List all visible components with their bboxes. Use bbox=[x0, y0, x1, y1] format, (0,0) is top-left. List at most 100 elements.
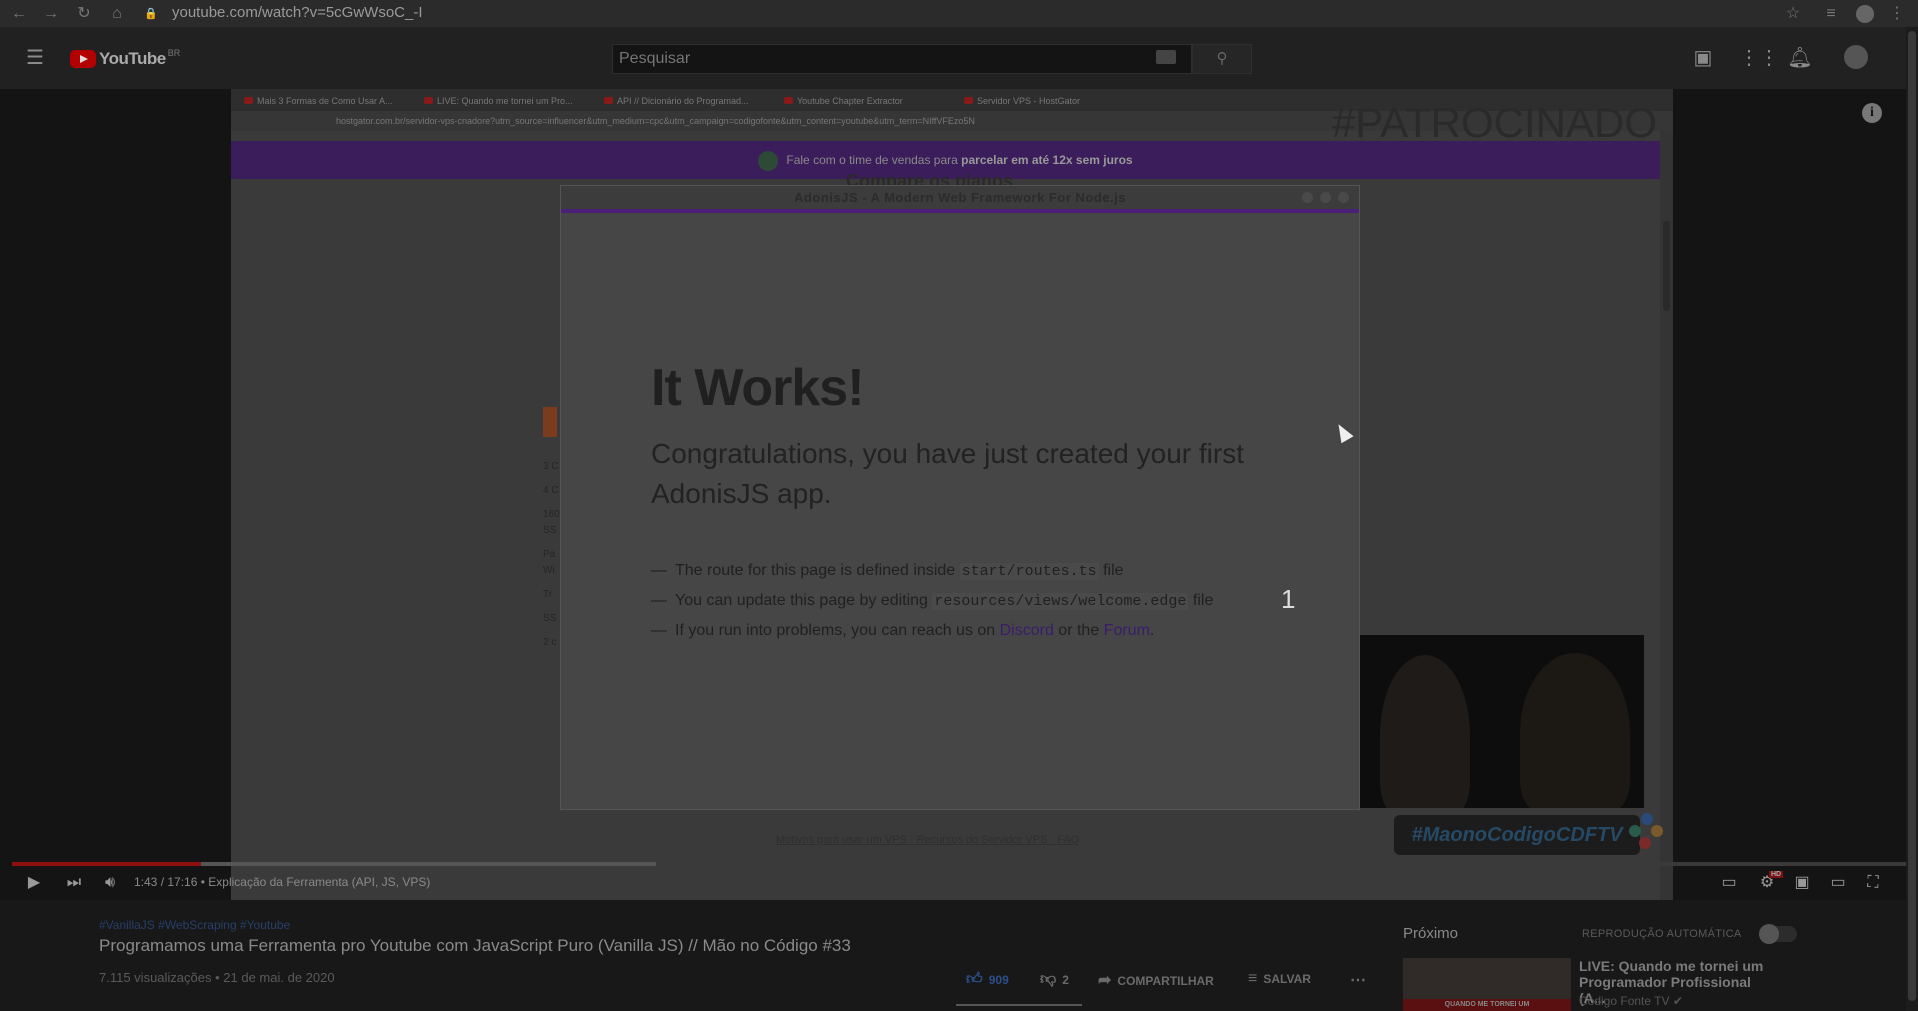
autoplay-toggle[interactable] bbox=[1759, 924, 1797, 944]
thumbs-down-icon: 👎︎ bbox=[1040, 971, 1057, 988]
youtube-logo[interactable]: YouTube BR bbox=[70, 48, 180, 69]
page-headline: It Works! bbox=[651, 359, 865, 417]
hint-text: You can update this page by editing bbox=[675, 592, 933, 609]
mouse-cursor-icon bbox=[1332, 420, 1354, 444]
chat-icon bbox=[758, 150, 779, 171]
browser-toolbar: ← → ↻ ⌂ 🔒 youtube.com/watch?v=5cGwWsoC_-… bbox=[0, 0, 1918, 27]
reload-icon[interactable]: ↻ bbox=[73, 3, 95, 25]
webcam-overlay bbox=[1360, 635, 1644, 808]
hint-item: — If you run into problems, you can reach… bbox=[651, 622, 1155, 639]
search-icon: ⚲ bbox=[1216, 50, 1228, 67]
recorded-tab: Mais 3 Formas de Como Usar A... bbox=[241, 92, 416, 110]
like-ratio-bar bbox=[956, 1004, 1082, 1006]
page-subhead: Congratulations, you have just created y… bbox=[651, 438, 1244, 509]
home-icon[interactable]: ⌂ bbox=[106, 3, 128, 25]
notifications-bell-icon[interactable]: 🔔︎ bbox=[1787, 45, 1813, 71]
share-icon: ➦ bbox=[1098, 972, 1112, 989]
address-bar[interactable]: youtube.com/watch?v=5cGwWsoC_-I bbox=[172, 0, 423, 27]
discord-link: Discord bbox=[999, 622, 1054, 639]
presenter-right bbox=[1520, 653, 1630, 808]
bg-line: 2 c bbox=[543, 637, 557, 648]
subtitles-icon[interactable]: ▭ bbox=[1717, 871, 1741, 895]
page-scrollbar[interactable] bbox=[1906, 27, 1918, 1011]
progress-bar[interactable] bbox=[12, 862, 1906, 866]
bg-line: SS bbox=[543, 613, 557, 624]
chapter-title[interactable]: • Explicação da Ferramenta (API, JS, VPS… bbox=[201, 875, 431, 889]
hamburger-menu-icon[interactable]: ☰ bbox=[22, 45, 48, 71]
banner-bold: parcelar em até 12x sem juros bbox=[961, 153, 1133, 167]
bg-line: 3 C bbox=[543, 461, 559, 472]
like-button[interactable]: 👍︎ 909 bbox=[966, 970, 1009, 989]
search-button[interactable]: ⚲ bbox=[1192, 44, 1252, 74]
dislike-button[interactable]: 👎︎ 2 bbox=[1040, 970, 1069, 989]
player-controls: ▶ ⏭ 🔊︎ 1:43 / 17:16 • Explicação da Ferr… bbox=[0, 867, 1918, 900]
adonis-window: AdonisJS - A Modern Web Framework For No… bbox=[560, 185, 1360, 810]
media-icon[interactable]: ≡ bbox=[1820, 3, 1842, 25]
playlist-add-icon: ≡ bbox=[1248, 970, 1258, 987]
theater-mode-icon[interactable]: ▭ bbox=[1826, 871, 1850, 895]
video-hashtags[interactable]: #VanillaJS #WebScraping #Youtube bbox=[99, 918, 290, 932]
chapter-number: 1 bbox=[1281, 584, 1296, 614]
autoplay-label: REPRODUÇÃO AUTOMÁTICA bbox=[1582, 928, 1742, 940]
logo-text: YouTube bbox=[99, 49, 166, 68]
apps-icon[interactable]: ⋮⋮ bbox=[1739, 45, 1779, 71]
recorded-tab: Youtube Chapter Extractor bbox=[781, 92, 956, 110]
hint-text: file bbox=[1098, 562, 1124, 579]
bg-line: 4 C bbox=[543, 485, 559, 496]
thumbs-up-icon: 👍︎ bbox=[966, 971, 983, 988]
forward-icon[interactable]: → bbox=[40, 3, 62, 25]
share-button[interactable]: ➦ COMPARTILHAR bbox=[1098, 970, 1214, 990]
hint-text: file bbox=[1188, 592, 1214, 609]
volume-icon[interactable]: 🔊︎ bbox=[98, 871, 122, 895]
next-video-channel[interactable]: Código Fonte TV ✔ bbox=[1579, 994, 1683, 1008]
play-icon[interactable]: ▶ bbox=[22, 871, 46, 895]
next-video-thumbnail[interactable]: QUANDO ME TORNEI UM bbox=[1403, 958, 1571, 1011]
recorded-tab: LIVE: Quando me tornei um Pro... bbox=[421, 92, 596, 110]
bg-line: Tr bbox=[543, 589, 553, 600]
hint-code: resources/views/welcome.edge bbox=[932, 593, 1189, 610]
user-avatar[interactable] bbox=[1844, 45, 1868, 69]
like-count: 909 bbox=[988, 973, 1009, 987]
hint-text: . bbox=[1149, 622, 1155, 639]
more-actions-button[interactable]: ⋯ bbox=[1350, 970, 1372, 990]
next-icon[interactable]: ⏭ bbox=[62, 871, 86, 895]
banner-text: Fale com o time de vendas para bbox=[786, 153, 962, 167]
save-button[interactable]: ≡ SALVAR bbox=[1248, 970, 1311, 988]
youtube-masthead: ☰ YouTube BR ⚲ ▣ ⋮⋮ 🔔︎ bbox=[0, 27, 1918, 89]
star-icon[interactable]: ☆ bbox=[1782, 3, 1804, 25]
info-icon[interactable]: i bbox=[1862, 103, 1882, 123]
bg-line: Pa bbox=[543, 549, 556, 560]
recorded-tab: API // Dicionário do Programad... bbox=[601, 92, 776, 110]
window-accent-bar bbox=[561, 209, 1359, 213]
hint-code: start/routes.ts bbox=[959, 563, 1099, 580]
video-player[interactable]: Mais 3 Formas de Como Usar A... LIVE: Qu… bbox=[0, 89, 1918, 900]
video-frame[interactable]: Mais 3 Formas de Como Usar A... LIVE: Qu… bbox=[231, 89, 1673, 900]
bg-line: 160 bbox=[543, 509, 560, 520]
recorded-tab: Servidor VPS - HostGator bbox=[961, 92, 1136, 110]
maximize-icon bbox=[1320, 192, 1331, 203]
hint-item: — You can update this page by editing res… bbox=[651, 592, 1214, 610]
youtube-play-icon bbox=[70, 50, 96, 68]
search-box bbox=[612, 44, 1192, 74]
progress-played bbox=[12, 862, 202, 866]
more-dots-icon: ⋯ bbox=[1350, 972, 1366, 989]
profile-avatar[interactable] bbox=[1856, 5, 1874, 23]
sponsor-tag: #PATROCINADO bbox=[1331, 99, 1657, 146]
scrollbar-thumb[interactable] bbox=[1908, 31, 1916, 1001]
create-video-icon[interactable]: ▣ bbox=[1690, 45, 1716, 71]
miniplayer-icon[interactable]: ▣ bbox=[1790, 871, 1814, 895]
time-text: 1:43 / 17:16 bbox=[134, 875, 198, 889]
video-title: Programamos uma Ferramenta pro Youtube c… bbox=[99, 936, 851, 955]
presenter-left bbox=[1380, 655, 1470, 808]
search-input[interactable] bbox=[613, 45, 1191, 73]
view-count: 7.115 visualizações • 21 de mai. de 2020 bbox=[99, 970, 335, 985]
hint-item: — The route for this page is defined insi… bbox=[651, 562, 1124, 580]
forum-link: Forum bbox=[1103, 622, 1150, 639]
back-icon[interactable]: ← bbox=[8, 3, 30, 25]
channel-watermark-icon[interactable] bbox=[1629, 813, 1665, 853]
menu-dots-icon[interactable]: ⋮ bbox=[1886, 3, 1908, 25]
hint-text: or the bbox=[1053, 622, 1104, 639]
background-button bbox=[543, 407, 557, 437]
fullscreen-icon[interactable]: ⛶ bbox=[1861, 871, 1885, 895]
keyboard-icon[interactable] bbox=[1156, 50, 1176, 64]
